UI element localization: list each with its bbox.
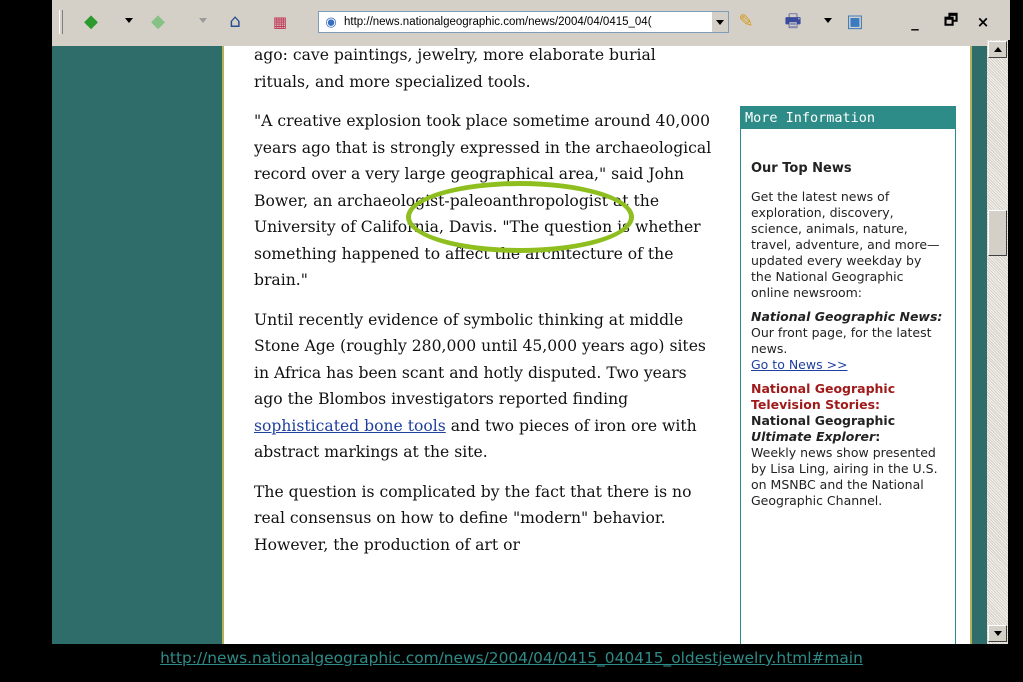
address-bar-url[interactable]: http://news.nationalgeographic.com/news/… (344, 16, 706, 28)
ngn-item: National Geographic News: Our front page… (751, 309, 945, 373)
scroll-down-button[interactable] (988, 625, 1007, 642)
print-dropdown-icon[interactable] (824, 18, 832, 23)
print-icon[interactable]: 🖶 (782, 11, 804, 33)
tv-show-b: Ultimate Explorer (751, 429, 876, 444)
minimize-icon[interactable]: _ (904, 11, 926, 33)
article-text: Until recently evidence of symbolic thin… (254, 310, 706, 409)
browser-toolbar: ◆ ◆ ⌂ ▦ ◉ http://news.nationalgeographic… (52, 0, 1010, 46)
vertical-scrollbar[interactable] (987, 40, 1008, 644)
scrollbar-thumb[interactable] (988, 210, 1007, 256)
top-news-heading: Our Top News (751, 161, 852, 176)
apps-icon[interactable]: ▦ (269, 11, 291, 33)
restore-icon[interactable]: 🗗 (940, 11, 962, 33)
page-viewport: ago: cave paintings, jewelry, more elabo… (52, 46, 987, 644)
content-frame: ago: cave paintings, jewelry, more elabo… (222, 46, 972, 644)
scroll-up-button[interactable] (988, 41, 1007, 58)
article-paragraph: Until recently evidence of symbolic thin… (254, 307, 716, 466)
article-body: ago: cave paintings, jewelry, more elabo… (254, 46, 716, 571)
article-paragraph: The question is complicated by the fact … (254, 482, 692, 554)
address-bar[interactable]: ◉ http://news.nationalgeographic.com/new… (318, 11, 729, 33)
more-information-body: Our Top News Get the latest news of expl… (741, 129, 955, 509)
edit-icon[interactable]: ✎ (735, 11, 757, 33)
window-edge (1008, 40, 1023, 644)
more-information-box: More Information Our Top News Get the la… (740, 106, 956, 644)
tv-show-c: : (875, 429, 881, 444)
status-url-bar: http://news.nationalgeographic.com/news/… (0, 648, 1023, 682)
status-url-link[interactable]: http://news.nationalgeographic.com/news/… (160, 649, 863, 667)
tv-title: National Geographic Television Stories: (751, 381, 896, 412)
address-dropdown-icon[interactable] (711, 12, 728, 32)
tv-show-a: National Geographic (751, 413, 896, 428)
chevron-down-icon (993, 631, 1002, 636)
scrollbar-track[interactable] (987, 40, 1008, 644)
highlight-ellipse (406, 181, 634, 253)
page-icon[interactable]: ▣ (844, 11, 866, 33)
article-paragraph: ago: cave paintings, jewelry, more elabo… (254, 46, 656, 91)
top-news-intro: Get the latest news of exploration, disc… (751, 189, 940, 300)
close-icon[interactable]: × (972, 11, 994, 33)
back-dropdown-icon[interactable] (125, 18, 133, 23)
page-globe-icon: ◉ (325, 14, 337, 30)
go-to-news-link[interactable]: Go to News >> (751, 357, 848, 372)
forward-dropdown-icon[interactable] (199, 18, 207, 23)
tv-item: National Geographic Television Stories: N… (751, 381, 945, 509)
forward-icon[interactable]: ◆ (147, 11, 169, 33)
ngn-title: National Geographic News: (751, 309, 943, 324)
toolbar-grip[interactable] (59, 10, 63, 34)
back-icon[interactable]: ◆ (80, 11, 102, 33)
chevron-up-icon (993, 47, 1002, 52)
more-information-header: More Information (741, 107, 955, 129)
tv-text: Weekly news show presented by Lisa Ling,… (751, 445, 938, 508)
bone-tools-link[interactable]: sophisticated bone tools (254, 417, 446, 435)
ngn-text: Our front page, for the latest news. (751, 325, 932, 356)
home-icon[interactable]: ⌂ (224, 11, 246, 33)
